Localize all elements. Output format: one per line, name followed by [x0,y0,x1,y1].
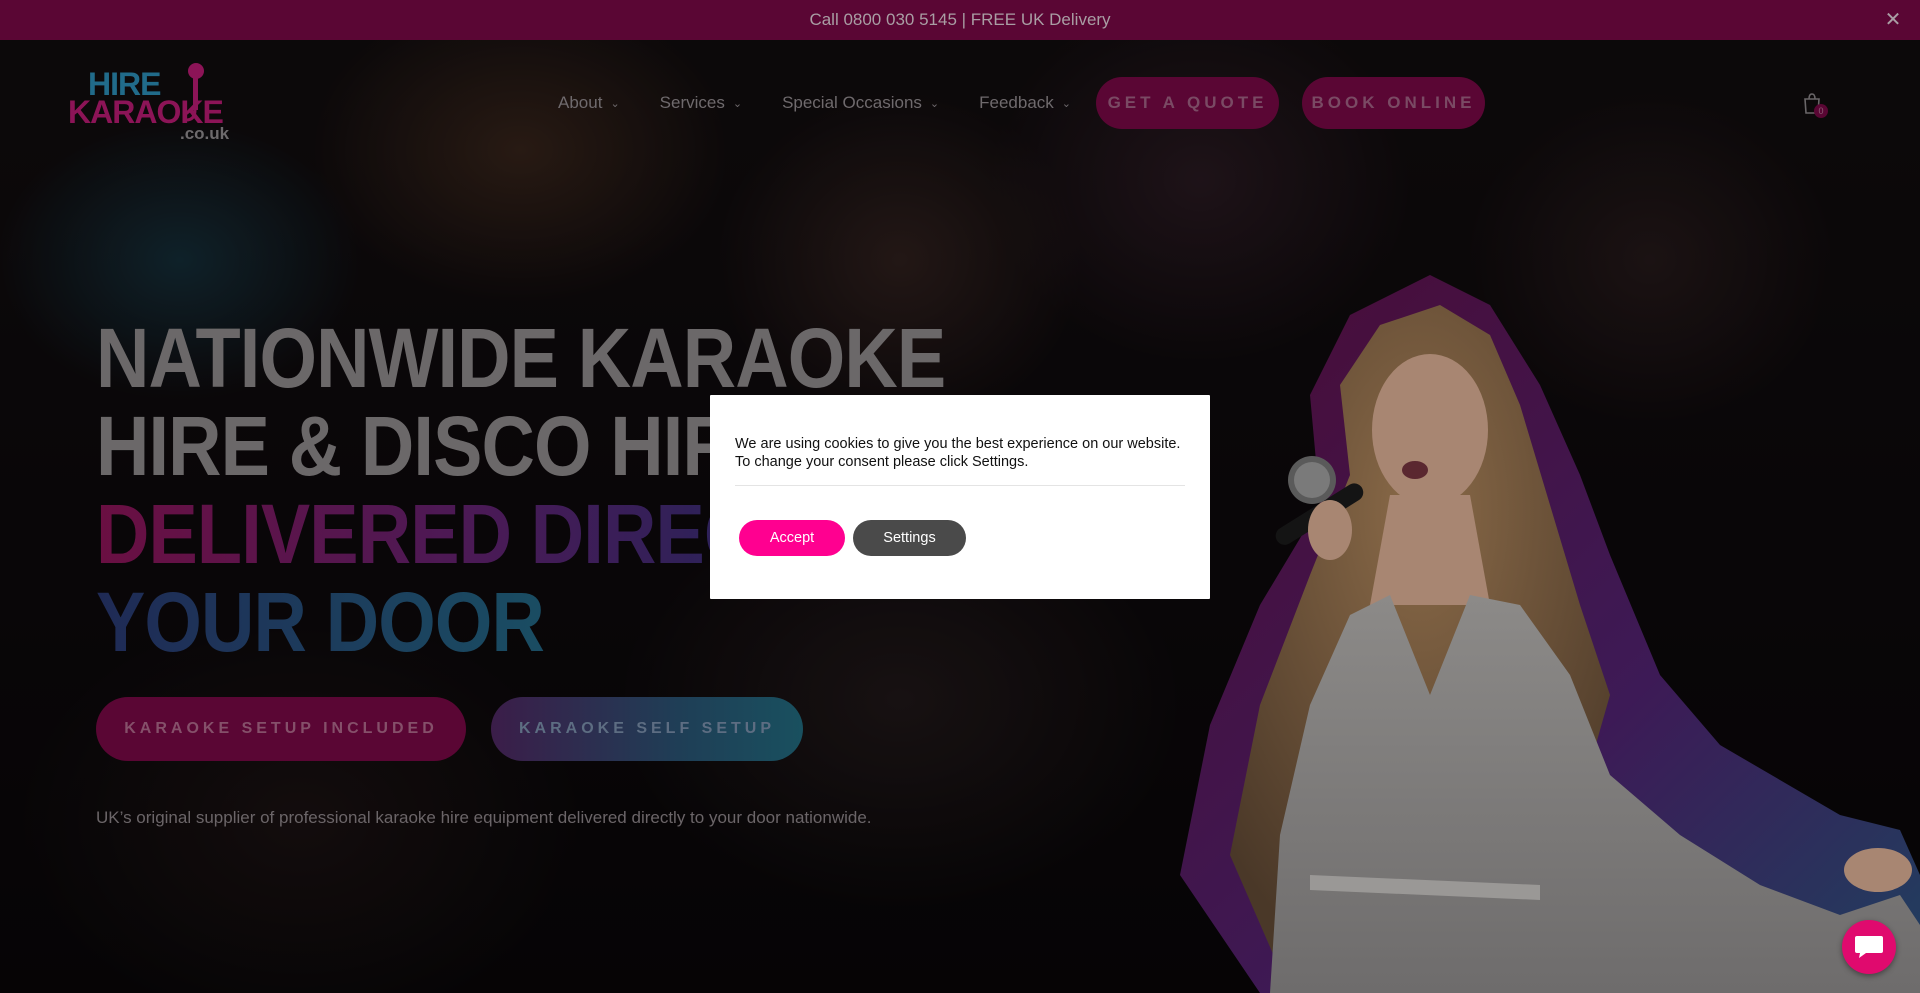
nav-item-label: Services [659,93,725,112]
announcement-bar: Call 0800 030 5145 | FREE UK Delivery ✕ [0,0,1920,40]
chevron-down-icon: ⌄ [610,97,620,110]
close-icon[interactable]: ✕ [1882,9,1904,31]
hero-heading-line: DELIVERED DIRECTLY TO [96,487,1005,581]
cookie-message: We are using cookies to give you the bes… [735,436,1181,470]
singer-image [1180,275,1920,993]
karaoke-self-setup-button[interactable]: KARAOKE SELF SETUP [491,697,803,761]
hero-heading-line: YOUR DOOR [96,578,800,666]
chat-launcher-button[interactable] [1842,920,1896,974]
get-a-quote-button[interactable]: GET A QUOTE [1096,77,1279,129]
hero-heading-line: NATIONWIDE KARAOKE [96,311,946,405]
nav-item-label: Feedback [979,93,1054,112]
hero-heading-line: HIRE & DISCO HIRE [96,399,784,493]
nav-item-special-occasions[interactable]: Special Occasions ⌄ [782,93,939,113]
cookie-settings-button[interactable]: Settings [853,520,966,556]
nav-item-about[interactable]: About ⌄ [558,93,620,113]
microphone-icon [185,63,204,122]
nav-item-services[interactable]: Services ⌄ [660,93,742,113]
accept-cookies-button[interactable]: Accept [739,520,845,556]
chevron-down-icon: ⌄ [1061,97,1072,110]
karaoke-setup-included-button[interactable]: KARAOKE SETUP INCLUDED [96,697,466,761]
chevron-down-icon: ⌄ [929,97,940,110]
nav-item-label: Special Occasions [782,93,922,112]
cart-count-badge: 0 [1814,104,1828,118]
site-logo[interactable]: HIRE KARAOKE .co.uk [68,62,238,144]
announcement-text: Call 0800 030 5145 | FREE UK Delivery [809,10,1111,29]
nav-item-label: About [558,93,603,112]
main-navigation: About ⌄ Services ⌄ Special Occasions ⌄ F… [558,78,1111,128]
divider [735,485,1185,486]
book-online-button[interactable]: BOOK ONLINE [1302,77,1485,129]
hero-heading: NATIONWIDE KARAOKE HIRE & DISCO HIRE DEL… [96,311,1005,666]
chevron-down-icon: ⌄ [732,97,743,110]
hero-tagline: UK’s original supplier of professional k… [96,808,872,827]
chat-bubble-icon [1855,936,1883,958]
nav-item-feedback[interactable]: Feedback ⌄ [979,93,1071,113]
cookie-consent-dialog: We are using cookies to give you the bes… [710,395,1210,599]
logo-text-domain: .co.uk [180,124,230,143]
